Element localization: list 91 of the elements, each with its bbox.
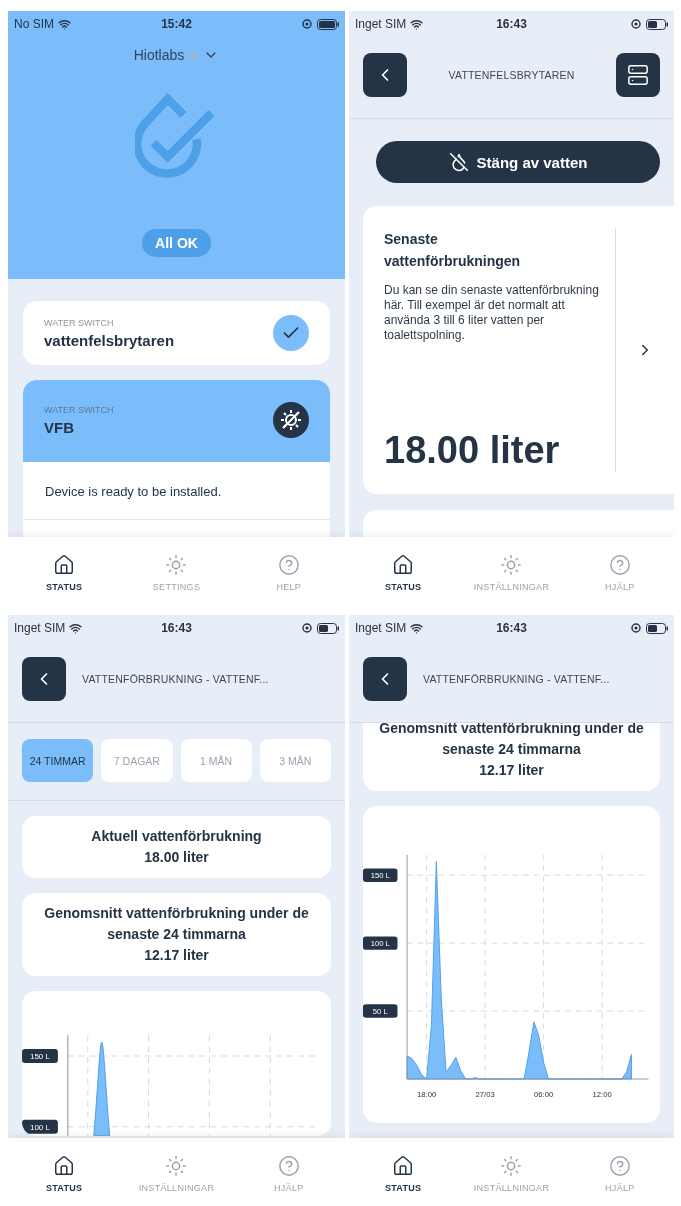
status-dot-icon <box>190 51 198 59</box>
gear-slash-icon <box>273 402 309 438</box>
help-icon <box>277 1155 300 1177</box>
wifi-icon <box>410 621 424 635</box>
tab-bar-item[interactable]: HJÄLP <box>571 1155 668 1193</box>
clock: 15:42 <box>161 17 192 31</box>
check-icon <box>273 315 309 351</box>
x-axis-label: 27/03 <box>475 1090 495 1100</box>
sun-icon <box>500 554 523 576</box>
battery-icon <box>317 622 339 634</box>
carrier-label: Inget SIM <box>355 17 497 31</box>
y-tick-label: 50 L <box>372 1006 388 1016</box>
wifi-icon <box>69 621 83 635</box>
device-message: Device is ready to be installed. <box>23 462 330 520</box>
stat-title: Aktuell vattenförbrukning <box>90 827 263 846</box>
rotation-lock-icon <box>302 623 312 633</box>
device-card[interactable]: WATER SWITCH VFB Device is ready to be installed. <box>23 380 330 537</box>
range-tab[interactable]: 24 TIMMAR <box>22 739 94 782</box>
sun-icon <box>165 1155 188 1177</box>
clock: 16:43 <box>161 621 192 635</box>
back-button[interactable] <box>363 657 407 701</box>
range-tab[interactable]: 3 MÅN <box>259 739 331 782</box>
tab-bar-item[interactable]: STATUS <box>16 554 113 592</box>
tab-bar-item[interactable]: HELP <box>240 554 337 592</box>
droplet-off-icon <box>448 152 469 172</box>
carrier-label: No SIM <box>14 17 162 31</box>
rotation-lock-icon <box>631 19 641 29</box>
usage-value: 18.00 liter <box>384 429 561 472</box>
y-tick-label: 150 L <box>370 871 390 881</box>
sun-icon <box>165 554 188 576</box>
card-description: Du kan se din senaste vattenförbrukning här. Till exempel är det normalt att använda 3 till 6 liter vatten per toalettspolning. <box>384 283 600 343</box>
battery-icon <box>317 18 339 30</box>
y-axis-label: 100 L <box>22 1119 58 1134</box>
screen-title: VATTENFÖRBRUKNING - VATTENF... <box>422 673 611 685</box>
stat-value: 18.00 liter <box>143 848 210 867</box>
stat-value: 12.17 liter <box>478 761 545 780</box>
screen-title: VATTENFÖRBRUKNING - VATTENF... <box>81 673 270 685</box>
wifi-icon <box>58 17 71 31</box>
range-tab[interactable]: 7 DAGAR <box>101 739 173 782</box>
clock: 16:43 <box>496 17 527 31</box>
home-icon <box>53 1155 76 1177</box>
stat-title: Genomsnitt vattenförbrukning under de senaste 24 timmarna <box>378 723 645 759</box>
wifi-icon <box>410 17 424 31</box>
shut-off-water-button[interactable]: Stäng av vatten <box>376 141 660 183</box>
rotation-lock-icon <box>631 623 641 633</box>
tab-bar-item[interactable]: INSTÄLLNINGAR <box>463 554 560 592</box>
stat-title: Genomsnitt vattenförbrukning under de senaste 24 timmarna <box>43 904 310 944</box>
carrier-label: Inget SIM <box>355 621 497 635</box>
screen-title: VATTENFELSBRYTAREN <box>447 69 576 81</box>
y-axis-label: 150 L <box>22 1049 58 1063</box>
help-icon <box>608 1155 631 1177</box>
help-icon <box>608 554 631 576</box>
device-type-label: WATER SWITCH <box>44 317 115 328</box>
device-type-label: WATER SWITCH <box>44 404 114 415</box>
tab-bar-item[interactable]: SETTINGS <box>128 554 225 592</box>
server-button[interactable] <box>616 53 660 97</box>
home-icon <box>392 1155 415 1177</box>
tab-bar-item[interactable]: STATUS <box>355 1155 452 1193</box>
x-axis-label: 12:00 <box>592 1090 612 1100</box>
card-title: Senaste vattenförbrukningen <box>384 230 522 271</box>
tab-bar-item[interactable]: INSTÄLLNINGAR <box>128 1155 225 1193</box>
stat-value: 12.17 liter <box>143 946 210 965</box>
home-icon <box>392 554 415 576</box>
carrier-label: Inget SIM <box>14 621 162 635</box>
y-axis-label: 100 L <box>363 936 398 950</box>
battery-icon <box>646 18 668 30</box>
y-tick-label: 100 L <box>370 938 390 948</box>
tab-bar-item[interactable]: STATUS <box>16 1155 113 1193</box>
back-button[interactable] <box>22 657 66 701</box>
home-icon <box>53 554 76 576</box>
device-name: vattenfelsbrytaren <box>44 331 175 349</box>
tab-bar-item[interactable]: HJÄLP <box>240 1155 337 1193</box>
clock: 16:43 <box>496 621 527 635</box>
y-axis-label: 50 L <box>363 1004 398 1018</box>
server-icon <box>627 64 649 86</box>
tab-bar-item[interactable]: HJÄLP <box>571 554 668 592</box>
sun-icon <box>500 1155 523 1177</box>
status-badge: All OK <box>142 229 211 257</box>
device-name: VFB <box>44 418 75 436</box>
back-button[interactable] <box>363 53 407 97</box>
tab-bar-item[interactable]: INSTÄLLNINGAR <box>463 1155 560 1193</box>
battery-icon <box>646 622 668 634</box>
x-axis-label: 18:00 <box>417 1090 437 1100</box>
usage-card[interactable]: Senaste vattenförbrukningen Du kan se din senaste vattenförbrukning här. Till exempel är det normalt att använda 3 till 6 liter vatten per toalettspolning. 18.00 liter <box>363 206 674 494</box>
tab-bar-item[interactable]: STATUS <box>355 554 452 592</box>
y-axis-label: 150 L <box>363 868 398 882</box>
x-axis-label: 06:00 <box>534 1090 554 1100</box>
help-icon <box>277 554 300 576</box>
account-selector[interactable]: Hiotlabs <box>133 47 220 63</box>
rotation-lock-icon <box>302 19 312 29</box>
range-tab[interactable]: 1 MÅN <box>180 739 252 782</box>
